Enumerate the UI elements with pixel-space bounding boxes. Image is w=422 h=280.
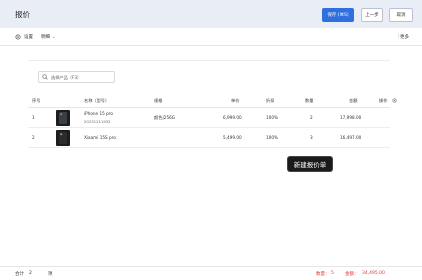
amount-label: 金额： bbox=[345, 272, 359, 277]
divider bbox=[28, 60, 390, 61]
footer-summary: 合计 2 项 数量： 5 金额： 34,495.00 bbox=[0, 266, 422, 280]
new-quote-tooltip: 新建报价单 bbox=[288, 157, 332, 171]
detail-dropdown[interactable]: 明细 bbox=[41, 34, 50, 40]
gear-icon[interactable] bbox=[392, 98, 397, 103]
row-index: 2 bbox=[32, 135, 35, 140]
col-discount: 折扣 bbox=[266, 98, 275, 103]
cancel-button[interactable]: 取消 bbox=[389, 8, 413, 22]
prev-step-button[interactable]: 上一步 bbox=[361, 8, 383, 22]
col-spec: 规格 bbox=[154, 98, 163, 103]
qty-label: 数量： bbox=[316, 272, 330, 277]
page-header: 报价 保存 (⌘S) 上一步 取消 bbox=[0, 0, 422, 28]
product-amount: 17,998.00 bbox=[340, 115, 362, 120]
product-discount: 100% bbox=[266, 115, 278, 120]
product-qty: 2 bbox=[310, 115, 313, 120]
product-image bbox=[56, 130, 70, 146]
chevron-down-icon[interactable]: ⌄ bbox=[52, 34, 55, 39]
col-actions: 操作 bbox=[379, 98, 388, 103]
col-price: 单价 bbox=[231, 98, 240, 103]
settings-label[interactable]: 设置 bbox=[24, 34, 33, 40]
product-name: Xiaomi 15S pro bbox=[84, 135, 116, 140]
col-name: 名称（型号） bbox=[84, 98, 110, 103]
product-model: 20231211932 bbox=[84, 119, 111, 124]
col-amount: 金额 bbox=[349, 98, 358, 103]
search-placeholder: 选择产品（F3） bbox=[51, 74, 82, 80]
product-spec: 颜色|256G bbox=[154, 115, 176, 120]
total-unit: 项 bbox=[48, 272, 53, 277]
product-price: 6,999.00 bbox=[223, 115, 242, 120]
product-image bbox=[56, 110, 70, 126]
table-row[interactable]: 1 iPhone 15 pro 20231211932 颜色|256G 6,99… bbox=[28, 108, 390, 128]
page-title: 报价 bbox=[15, 10, 30, 19]
total-label: 合计 bbox=[15, 272, 24, 277]
product-search-input[interactable]: 选择产品（F3） bbox=[38, 71, 115, 83]
product-price: 5,499.00 bbox=[223, 135, 242, 140]
qty-value: 5 bbox=[331, 271, 334, 276]
col-index: 序号 bbox=[32, 98, 41, 103]
product-name: iPhone 15 pro bbox=[84, 111, 113, 116]
settings-bar: 设置 明细 ⌄ ⋮ 更多 bbox=[0, 28, 422, 46]
product-amount: 16,497.00 bbox=[340, 135, 362, 140]
quote-panel: 选择产品（F3） 序号 名称（型号） 规格 单价 折扣 数量 金额 操作 1 i… bbox=[28, 60, 397, 156]
amount-value: 34,495.00 bbox=[362, 271, 385, 276]
row-index: 1 bbox=[32, 115, 35, 120]
gear-icon[interactable] bbox=[15, 34, 21, 40]
product-discount: 100% bbox=[266, 135, 278, 140]
table-row[interactable]: 2 Xiaomi 15S pro 5,499.00 100% 3 16,497.… bbox=[28, 128, 390, 148]
product-qty: 3 bbox=[310, 135, 313, 140]
more-label[interactable]: 更多 bbox=[400, 34, 409, 40]
table-header: 序号 名称（型号） 规格 单价 折扣 数量 金额 操作 bbox=[28, 94, 397, 108]
col-qty: 数量 bbox=[305, 98, 314, 103]
save-button[interactable]: 保存 (⌘S) bbox=[322, 8, 354, 22]
total-count: 2 bbox=[29, 271, 32, 276]
search-icon bbox=[42, 74, 48, 80]
